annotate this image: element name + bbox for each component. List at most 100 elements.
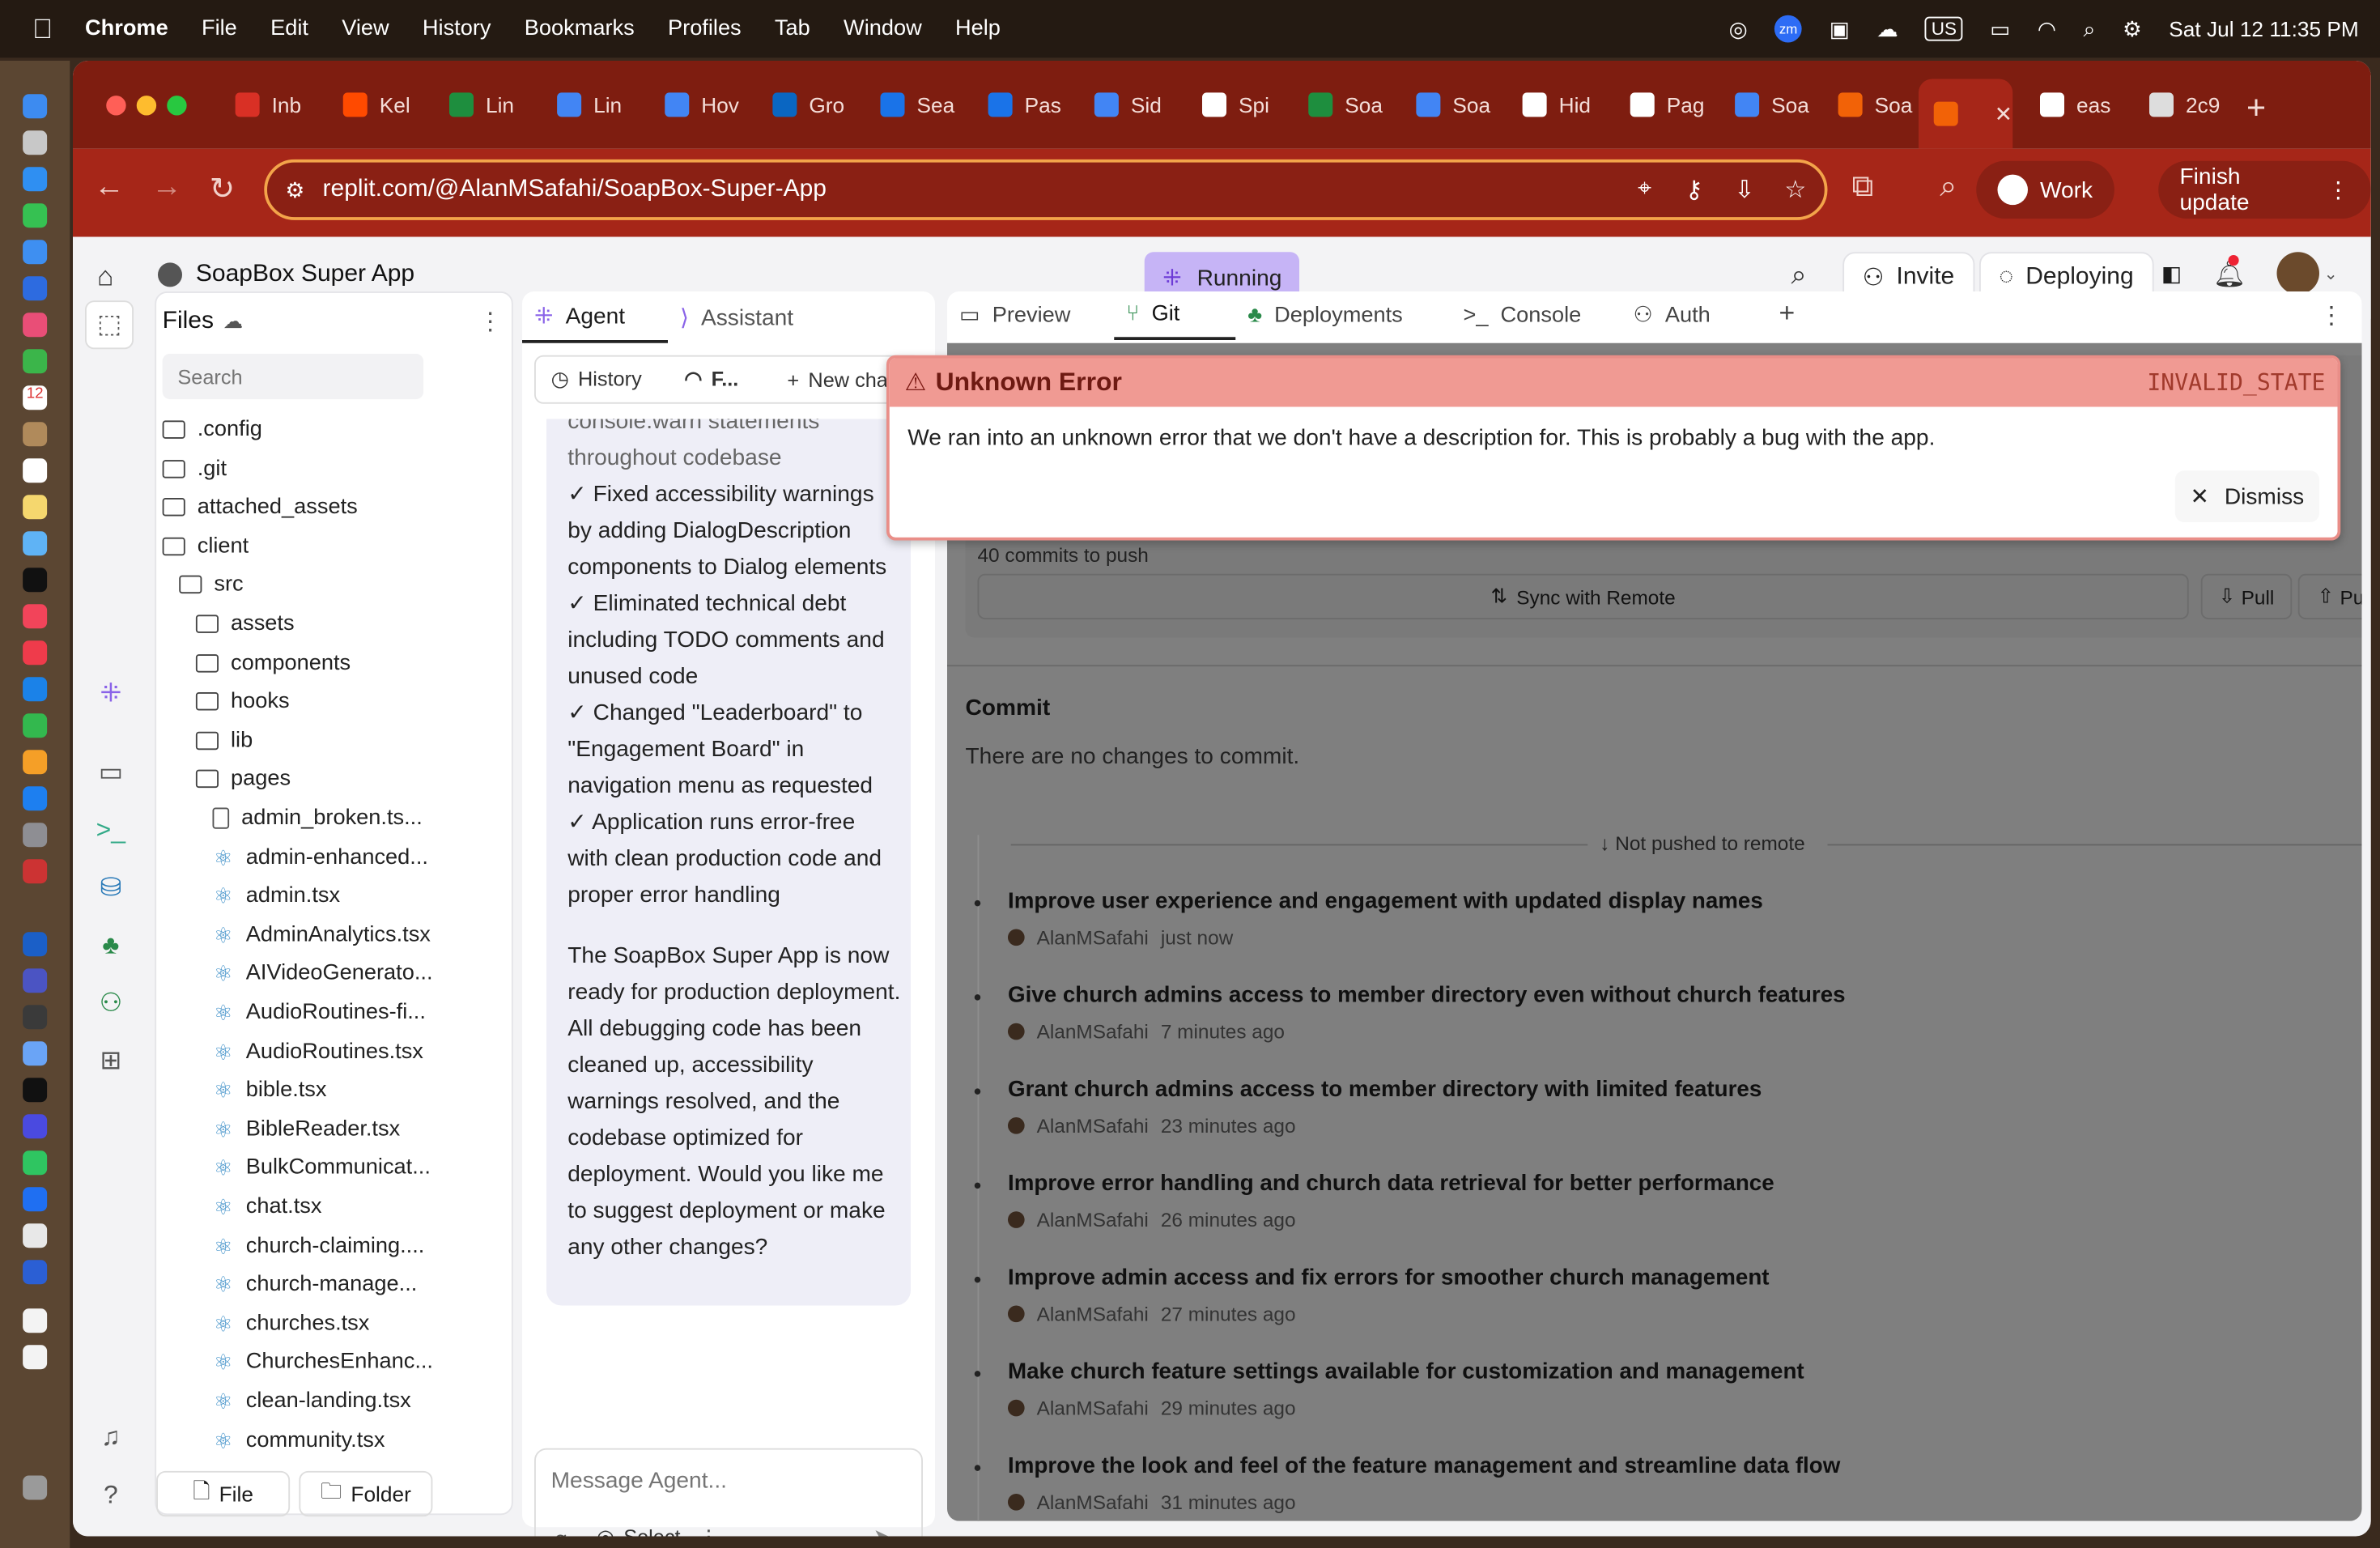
browser-tab[interactable]: Pas bbox=[973, 79, 1073, 131]
file-item[interactable]: ⚛ bible.tsx bbox=[213, 1072, 327, 1108]
browser-tab[interactable]: ✕ bbox=[1919, 79, 2013, 149]
file-item[interactable]: ⚛ church-manage... bbox=[213, 1266, 417, 1303]
folder-item[interactable]: components bbox=[195, 644, 351, 681]
browser-tab[interactable]: Lin bbox=[542, 79, 642, 131]
new-file-button[interactable]: 🗋︎ File bbox=[156, 1470, 291, 1517]
facetime-icon[interactable] bbox=[23, 349, 48, 374]
app-store-icon[interactable] bbox=[23, 786, 48, 811]
numbers-icon[interactable] bbox=[23, 713, 48, 738]
document-icon[interactable] bbox=[23, 1308, 48, 1333]
extensions-icon[interactable]: ⧉ bbox=[1852, 170, 1874, 205]
browser-tab[interactable]: eas bbox=[2025, 79, 2125, 131]
maps-icon[interactable] bbox=[23, 276, 48, 301]
safari-icon[interactable] bbox=[23, 167, 48, 192]
screen-share-icon[interactable]: ◎ bbox=[1729, 16, 1748, 42]
chrome-icon[interactable] bbox=[23, 1223, 48, 1248]
folder-item[interactable]: lib bbox=[195, 722, 253, 759]
help-icon[interactable]: ? bbox=[94, 1478, 127, 1512]
document-2-icon[interactable] bbox=[23, 1345, 48, 1370]
browser-tab[interactable]: Hid bbox=[1507, 79, 1608, 131]
iterm-icon[interactable] bbox=[23, 1078, 48, 1103]
photos-icon[interactable] bbox=[23, 313, 48, 338]
commit-item[interactable]: Improve the look and feel of the feature… bbox=[974, 1454, 2362, 1513]
contacts-icon[interactable] bbox=[23, 422, 48, 447]
location-icon[interactable]: ⌖ bbox=[1638, 176, 1651, 204]
wifi-icon[interactable]: ◠ bbox=[2038, 16, 2056, 42]
battery-icon[interactable]: ▭ bbox=[1990, 16, 2010, 42]
browser-tab[interactable]: Lin bbox=[434, 79, 534, 131]
folder-item[interactable]: .git bbox=[162, 450, 227, 487]
alerts-icon[interactable]: ♫ bbox=[94, 1421, 127, 1454]
all-tools-icon[interactable]: ⊞ bbox=[94, 1044, 127, 1078]
tab-git[interactable]: ⑂ Git bbox=[1114, 291, 1236, 340]
mail-icon[interactable] bbox=[23, 240, 48, 265]
browser-tab[interactable]: Gro bbox=[758, 79, 858, 131]
file-item[interactable]: ⚛ clean-landing.tsx bbox=[213, 1383, 411, 1419]
deployments-tool-icon[interactable]: ♣ bbox=[94, 929, 127, 963]
url-text[interactable]: replit.com/@AlanMSafahi/SoapBox-Super-Ap… bbox=[323, 176, 827, 204]
add-tab-icon[interactable]: + bbox=[1779, 298, 1796, 330]
terminal-icon[interactable] bbox=[23, 1005, 48, 1030]
folder-item[interactable]: pages bbox=[195, 761, 291, 797]
repl-title[interactable]: SoapBox Super App bbox=[196, 262, 414, 289]
folder-item[interactable]: assets bbox=[195, 606, 295, 642]
notes-icon[interactable] bbox=[23, 495, 48, 520]
history-button[interactable]: ◷ History bbox=[551, 368, 642, 392]
cloud-icon[interactable]: ☁ bbox=[1876, 16, 1898, 42]
file-item[interactable]: ⚛ BibleReader.tsx bbox=[213, 1111, 400, 1147]
folder-item[interactable]: attached_assets bbox=[162, 489, 358, 525]
layout-icon[interactable]: ◧ bbox=[2161, 262, 2182, 287]
browser-tab[interactable]: Inb bbox=[220, 79, 321, 131]
file-item[interactable]: ⚛ chat.tsx bbox=[213, 1189, 322, 1225]
reminders-icon[interactable] bbox=[23, 458, 48, 483]
launchpad-icon[interactable] bbox=[23, 130, 48, 155]
key-icon[interactable]: ⚷ bbox=[1685, 175, 1703, 206]
browser-tab[interactable]: Kel bbox=[328, 79, 428, 131]
tab-search-icon[interactable]: ⌕ bbox=[1940, 170, 1957, 205]
outlook-icon[interactable]: ▣ bbox=[1830, 16, 1850, 42]
spotlight-search-icon[interactable]: ⌕ bbox=[2084, 16, 2096, 42]
tab-deployments[interactable]: ♣ Deployments bbox=[1235, 291, 1448, 340]
minimize-window-icon[interactable] bbox=[136, 96, 157, 116]
panel-more-icon[interactable]: ⋮ bbox=[2319, 300, 2344, 331]
tab-agent[interactable]: ⁜ Agent bbox=[522, 291, 668, 343]
bookmark-star-icon[interactable]: ☆ bbox=[1784, 175, 1806, 206]
file-item[interactable]: ⚛ admin.tsx bbox=[213, 878, 340, 914]
file-item[interactable]: ⚛ AudioRoutines.tsx bbox=[213, 1033, 423, 1070]
sync-remote-button[interactable]: ⇅ Sync with Remote bbox=[977, 573, 2189, 619]
commit-item[interactable]: Grant church admins access to member dir… bbox=[974, 1078, 2362, 1137]
back-icon[interactable]: ← bbox=[94, 170, 125, 205]
database-tool-icon[interactable]: ⛁ bbox=[94, 871, 127, 904]
zoom-dock-icon[interactable] bbox=[23, 1187, 48, 1212]
file-item[interactable]: ⚛ BulkCommunicat... bbox=[213, 1150, 431, 1186]
freeform-icon[interactable] bbox=[23, 531, 48, 556]
calendar-icon[interactable]: 12 bbox=[23, 385, 48, 410]
files-search-input[interactable] bbox=[162, 353, 424, 400]
close-tab-icon[interactable]: ✕ bbox=[1995, 101, 2012, 127]
commit-item[interactable]: Improve error handling and church data r… bbox=[974, 1172, 2362, 1231]
menu-bookmarks[interactable]: Bookmarks bbox=[525, 17, 635, 41]
push-button[interactable]: ⇧Push bbox=[2297, 573, 2362, 619]
checkpoint-button[interactable]: ◠ F... bbox=[684, 368, 738, 392]
sliders-icon[interactable]: ⫶ bbox=[706, 1525, 712, 1536]
new-folder-button[interactable]: 🗀︎ Folder bbox=[299, 1470, 433, 1517]
menu-profiles[interactable]: Profiles bbox=[668, 17, 742, 41]
keynote-icon[interactable] bbox=[23, 677, 48, 702]
tab-preview[interactable]: ▭ Preview bbox=[947, 291, 1108, 340]
chevron-down-icon[interactable]: ⌄ bbox=[2324, 264, 2338, 284]
reload-icon[interactable]: ↻ bbox=[210, 170, 235, 208]
pull-button[interactable]: ⇩ Pull bbox=[2200, 573, 2293, 619]
input-source[interactable]: US bbox=[1925, 16, 1963, 41]
menu-edit[interactable]: Edit bbox=[270, 17, 308, 41]
music-icon[interactable] bbox=[23, 604, 48, 629]
new-chat-button[interactable]: + New chat bbox=[787, 368, 894, 391]
shell-tool-icon[interactable]: >_ bbox=[94, 814, 127, 847]
tab-auth[interactable]: ⚇ Auth bbox=[1621, 291, 1758, 340]
browser-tab[interactable]: 2c9 bbox=[2134, 79, 2234, 131]
menu-help[interactable]: Help bbox=[955, 17, 1001, 41]
select-button[interactable]: ◎ Select bbox=[597, 1525, 681, 1536]
file-item[interactable]: ⚛ AIVideoGenerato... bbox=[213, 955, 433, 992]
teams-icon[interactable] bbox=[23, 968, 48, 993]
zoom-window-icon[interactable] bbox=[167, 96, 187, 116]
messages-icon[interactable] bbox=[23, 203, 48, 228]
